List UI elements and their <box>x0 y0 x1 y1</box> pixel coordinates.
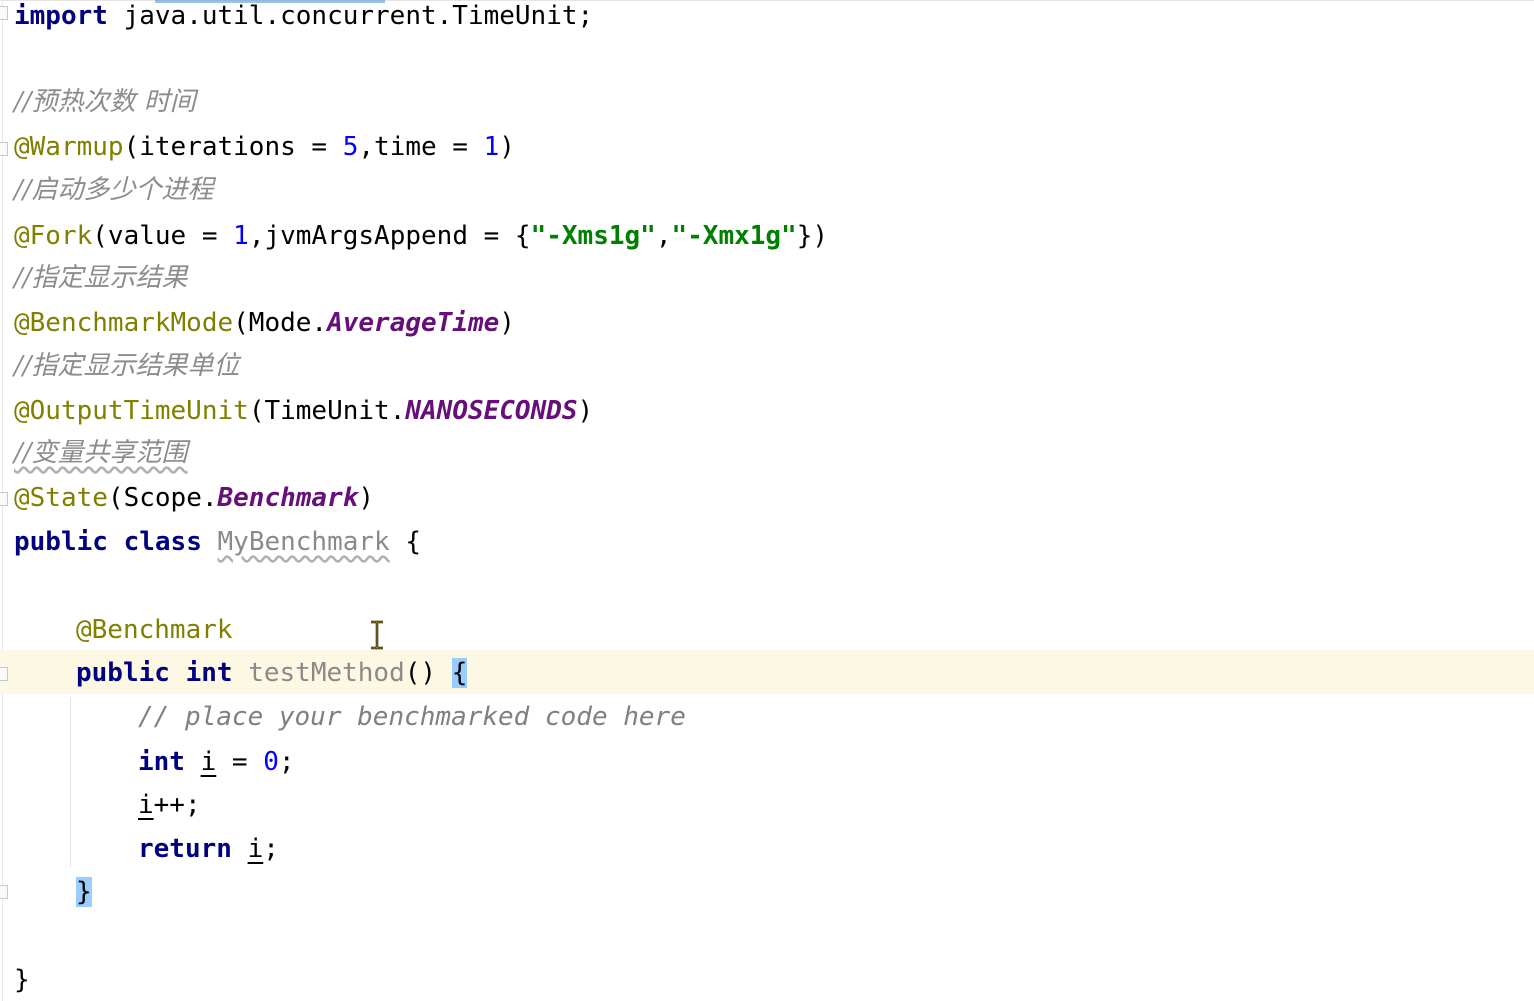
keyword: int <box>185 658 233 688</box>
annotation: @State <box>14 483 108 513</box>
comment: // place your benchmarked code here <box>138 702 686 732</box>
keyword: class <box>123 527 202 557</box>
class-name: MyBenchmark <box>217 527 390 557</box>
code-line-body-comment[interactable]: // place your benchmarked code here <box>138 697 686 737</box>
code-text: (TimeUnit. <box>248 396 406 426</box>
open-brace: { <box>405 527 422 557</box>
fold-marker-icon[interactable] <box>0 142 8 156</box>
code-text: ) <box>499 308 515 338</box>
close-brace: } <box>14 965 30 995</box>
code-line-method-close[interactable]: } <box>76 872 92 912</box>
code-text: (Scope. <box>107 483 218 513</box>
static-constant: AverageTime <box>327 308 500 338</box>
keyword: import <box>14 1 108 31</box>
code-line-class-close[interactable]: } <box>14 960 30 1000</box>
code-line-fork[interactable]: @Fork(value = 1,jvmArgsAppend = {"-Xms1g… <box>14 216 828 256</box>
code-text: ; <box>278 747 295 777</box>
keyword: int <box>138 747 185 777</box>
code-text: ,jvmArgsAppend = { <box>248 221 531 251</box>
code-line-state[interactable]: @State(Scope.Benchmark) <box>14 478 374 518</box>
variable: i <box>138 790 154 820</box>
code-editor[interactable]: import java.util.concurrent.TimeUnit; //… <box>0 0 1534 1001</box>
string-literal: "-Xmx1g" <box>671 221 797 251</box>
matched-brace: } <box>76 877 92 907</box>
annotation: @Warmup <box>14 132 124 162</box>
static-constant: NANOSECONDS <box>405 396 578 426</box>
annotation: @BenchmarkMode <box>14 308 234 338</box>
fold-marker-icon[interactable] <box>0 667 8 681</box>
keyword: public <box>76 658 170 688</box>
variable: i <box>247 834 264 864</box>
keyword: public <box>14 527 108 557</box>
code-text: ) <box>499 132 515 162</box>
code-text: ) <box>358 483 375 513</box>
comment: //变量共享范围 <box>14 438 188 468</box>
fold-marker-icon[interactable] <box>0 492 8 506</box>
text-cursor-icon <box>371 620 383 650</box>
code-line-output-time-unit[interactable]: @OutputTimeUnit(TimeUnit.NANOSECONDS) <box>14 391 593 431</box>
code-text: , <box>655 221 672 251</box>
number-literal: 1 <box>233 221 249 251</box>
annotation: @OutputTimeUnit <box>14 396 249 426</box>
code-text: (value = <box>92 221 234 251</box>
number-literal: 1 <box>483 132 500 162</box>
code-line-increment[interactable]: i++; <box>138 785 201 825</box>
comment: //指定显示结果单位 <box>14 351 240 381</box>
code-line-comment-unit[interactable]: //指定显示结果单位 <box>14 346 240 386</box>
code-line-warmup[interactable]: @Warmup(iterations = 5,time = 1) <box>14 127 515 167</box>
code-text: ,time = <box>358 132 484 162</box>
code-text: (iterations = <box>123 132 343 162</box>
keyword: return <box>138 834 232 864</box>
code-text: = <box>216 747 264 777</box>
comment: //指定显示结果 <box>14 263 188 293</box>
variable: i <box>200 747 217 777</box>
code-line-comment-mode[interactable]: //指定显示结果 <box>14 258 188 298</box>
code-line-comment-fork[interactable]: //启动多少个进程 <box>14 170 214 210</box>
code-line-comment-state[interactable]: //变量共享范围 <box>14 433 188 473</box>
number-literal: 0 <box>263 747 279 777</box>
fold-marker-icon[interactable] <box>0 885 8 899</box>
comment: //启动多少个进程 <box>14 175 214 205</box>
code-line-class-declaration[interactable]: public class MyBenchmark { <box>14 522 421 562</box>
annotation: @Fork <box>14 221 93 251</box>
code-text: ; <box>263 834 279 864</box>
code-line-comment-warmup[interactable]: //预热次数 时间 <box>14 82 196 122</box>
static-constant: Benchmark <box>217 483 359 513</box>
code-line-benchmark-mode[interactable]: @BenchmarkMode(Mode.AverageTime) <box>14 303 515 343</box>
code-text: ++; <box>153 790 201 820</box>
code-line-import[interactable]: import java.util.concurrent.TimeUnit; <box>14 0 593 36</box>
code-line-benchmark-annotation[interactable]: @Benchmark <box>76 610 233 650</box>
annotation: @Benchmark <box>76 615 233 645</box>
matched-brace: { <box>451 658 468 688</box>
indent-guide <box>70 697 71 867</box>
import-path: java.util.concurrent.TimeUnit; <box>107 1 594 31</box>
code-text: }) <box>796 221 829 251</box>
comment: //预热次数 时间 <box>14 87 196 117</box>
code-line-return[interactable]: return i; <box>138 829 279 869</box>
code-text: ) <box>577 396 594 426</box>
code-line-variable-declaration[interactable]: int i = 0; <box>138 742 295 782</box>
method-name: testMethod <box>248 658 405 688</box>
string-literal: "-Xms1g" <box>530 221 656 251</box>
code-line-method-declaration[interactable]: public int testMethod() { <box>76 653 468 693</box>
number-literal: 5 <box>342 132 359 162</box>
code-text: () <box>404 658 437 688</box>
fold-marker-icon[interactable] <box>0 6 8 20</box>
code-text: (Mode. <box>233 308 328 338</box>
